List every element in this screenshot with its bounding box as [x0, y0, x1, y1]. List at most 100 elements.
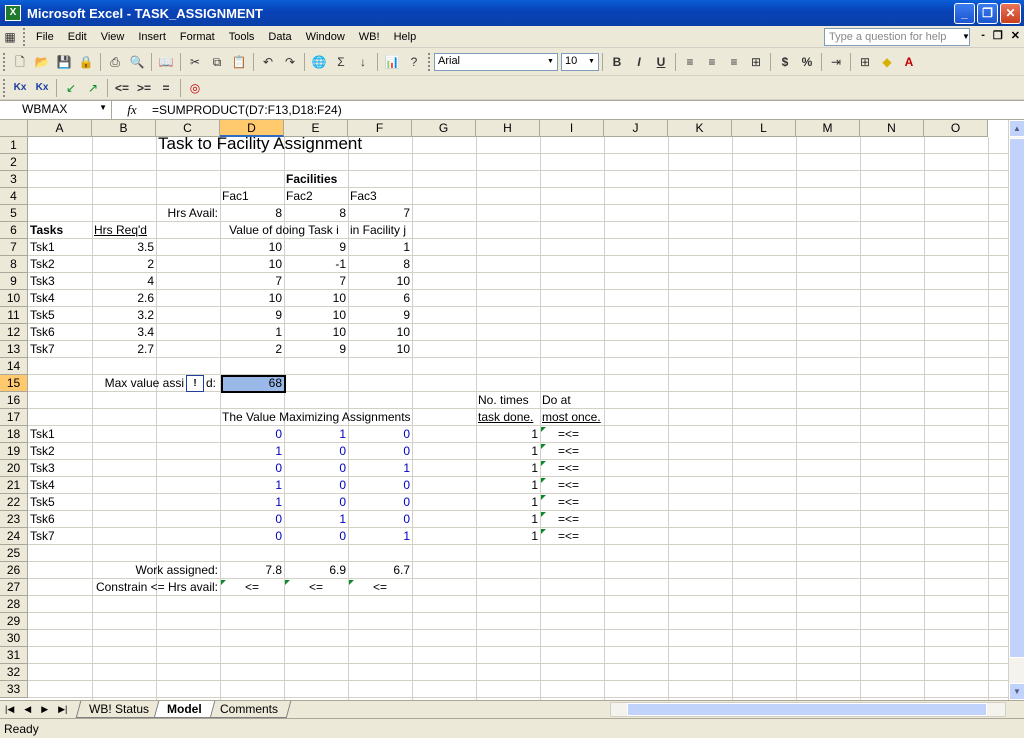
last-sheet-icon[interactable]: ▶| — [53, 704, 72, 715]
wb-solve-target-icon[interactable]: ◎ — [184, 78, 206, 98]
row-header[interactable]: 27 — [0, 579, 28, 596]
underline-icon[interactable]: U — [650, 52, 672, 72]
row-header[interactable]: 29 — [0, 613, 28, 630]
menu-tools[interactable]: Tools — [222, 31, 262, 43]
font-size-select[interactable]: 10 ▼ — [561, 53, 599, 71]
prev-sheet-icon[interactable]: ◀ — [19, 704, 36, 715]
horizontal-scroll-thumb[interactable] — [627, 703, 987, 716]
autosum-icon[interactable]: Σ — [330, 52, 352, 72]
menu-data[interactable]: Data — [261, 31, 298, 43]
row-header[interactable]: 7 — [0, 239, 28, 256]
vertical-scrollbar[interactable]: ▲ ▼ — [1008, 120, 1024, 700]
column-header[interactable]: J — [604, 120, 668, 137]
wb-toolbar-grip[interactable] — [3, 78, 6, 97]
column-header[interactable]: G — [412, 120, 476, 137]
permission-icon[interactable]: 🔒 — [75, 52, 97, 72]
percent-icon[interactable]: % — [796, 52, 818, 72]
row-header[interactable]: 12 — [0, 324, 28, 341]
sort-ascending-icon[interactable]: ↓ — [352, 52, 374, 72]
select-all-corner[interactable] — [0, 120, 28, 137]
minimize-button[interactable]: _ — [954, 3, 975, 24]
align-left-icon[interactable]: ≡ — [679, 52, 701, 72]
column-header[interactable]: L — [732, 120, 796, 137]
warning-icon[interactable]: ! — [186, 375, 204, 392]
print-preview-icon[interactable]: 🔍 — [126, 52, 148, 72]
menu-wb[interactable]: WB! — [352, 31, 387, 43]
tab-model[interactable]: Model — [154, 701, 216, 718]
row-header[interactable]: 24 — [0, 528, 28, 545]
row-header[interactable]: 10 — [0, 290, 28, 307]
italic-icon[interactable]: I — [628, 52, 650, 72]
horizontal-scrollbar[interactable] — [610, 702, 1006, 717]
help-search-input[interactable]: Type a question for help — [824, 28, 970, 46]
row-header[interactable]: 3 — [0, 171, 28, 188]
row-header[interactable]: 30 — [0, 630, 28, 647]
align-center-icon[interactable]: ≡ — [701, 52, 723, 72]
workbook-restore-button[interactable]: ❐ — [993, 29, 1003, 42]
row-header[interactable]: 31 — [0, 647, 28, 664]
copy-icon[interactable]: ⧉ — [206, 52, 228, 72]
row-header[interactable]: 13 — [0, 341, 28, 358]
wb-objective-max-icon[interactable]: ↗ — [82, 78, 104, 98]
help-dropdown-icon[interactable]: ▼ — [960, 28, 972, 46]
toolbar-grip[interactable] — [3, 53, 6, 71]
column-header[interactable]: M — [796, 120, 860, 137]
name-box[interactable]: WBMAX ▼ — [0, 101, 112, 119]
vertical-scroll-thumb[interactable] — [1009, 138, 1024, 658]
align-right-icon[interactable]: ≡ — [723, 52, 745, 72]
row-header[interactable]: 2 — [0, 154, 28, 171]
undo-icon[interactable]: ↶ — [257, 52, 279, 72]
new-icon[interactable]: 🗋 — [9, 52, 31, 72]
row-header[interactable]: 4 — [0, 188, 28, 205]
tab-wb-status[interactable]: WB! Status — [76, 701, 163, 718]
next-sheet-icon[interactable]: ▶ — [36, 704, 53, 715]
borders-icon[interactable]: ⊞ — [854, 52, 876, 72]
menu-window[interactable]: Window — [299, 31, 352, 43]
wb-le-icon[interactable]: <= — [111, 78, 133, 98]
wb-objective-min-icon[interactable]: ↙ — [60, 78, 82, 98]
function-icon[interactable]: fx — [112, 102, 152, 118]
redo-icon[interactable]: ↷ — [279, 52, 301, 72]
font-name-select[interactable]: Arial ▼ — [434, 53, 558, 71]
row-header[interactable]: 11 — [0, 307, 28, 324]
row-header[interactable]: 16 — [0, 392, 28, 409]
bold-icon[interactable]: B — [606, 52, 628, 72]
workbook-minimize-button[interactable]: - — [981, 29, 985, 42]
menu-view[interactable]: View — [94, 31, 132, 43]
row-header[interactable]: 32 — [0, 664, 28, 681]
workbook-icon[interactable]: ▦ — [0, 27, 20, 47]
first-sheet-icon[interactable]: |◀ — [0, 704, 19, 715]
currency-icon[interactable]: $ — [774, 52, 796, 72]
column-header[interactable]: A — [28, 120, 92, 137]
row-header[interactable]: 19 — [0, 443, 28, 460]
menu-insert[interactable]: Insert — [131, 31, 173, 43]
menu-format[interactable]: Format — [173, 31, 222, 43]
menu-help[interactable]: Help — [387, 31, 424, 43]
row-header[interactable]: 22 — [0, 494, 28, 511]
wb-unchange-icon[interactable]: Kx — [31, 78, 53, 98]
tab-comments[interactable]: Comments — [206, 701, 292, 718]
column-header[interactable]: K — [668, 120, 732, 137]
column-header[interactable]: H — [476, 120, 540, 137]
column-header[interactable]: O — [924, 120, 988, 137]
workbook-close-button[interactable]: ✕ — [1011, 29, 1020, 42]
fill-color-icon[interactable]: ◆ — [876, 52, 898, 72]
wb-eq-icon[interactable]: = — [155, 78, 177, 98]
row-header[interactable]: 17 — [0, 409, 28, 426]
save-icon[interactable]: 💾 — [53, 52, 75, 72]
column-header[interactable]: I — [540, 120, 604, 137]
print-icon[interactable]: ⎙ — [104, 52, 126, 72]
excel-app-icon[interactable]: X — [5, 5, 21, 21]
chart-wizard-icon[interactable]: 📊 — [381, 52, 403, 72]
column-header[interactable]: B — [92, 120, 156, 137]
open-icon[interactable]: 📂 — [31, 52, 53, 72]
close-button[interactable]: ✕ — [1000, 3, 1021, 24]
row-header[interactable]: 15 — [0, 375, 28, 392]
restore-button[interactable]: ❐ — [977, 3, 998, 24]
row-header[interactable]: 25 — [0, 545, 28, 562]
hyperlink-icon[interactable]: 🌐 — [308, 52, 330, 72]
row-header[interactable]: 5 — [0, 205, 28, 222]
row-header[interactable]: 18 — [0, 426, 28, 443]
row-header[interactable]: 20 — [0, 460, 28, 477]
font-color-icon[interactable]: A — [898, 52, 920, 72]
